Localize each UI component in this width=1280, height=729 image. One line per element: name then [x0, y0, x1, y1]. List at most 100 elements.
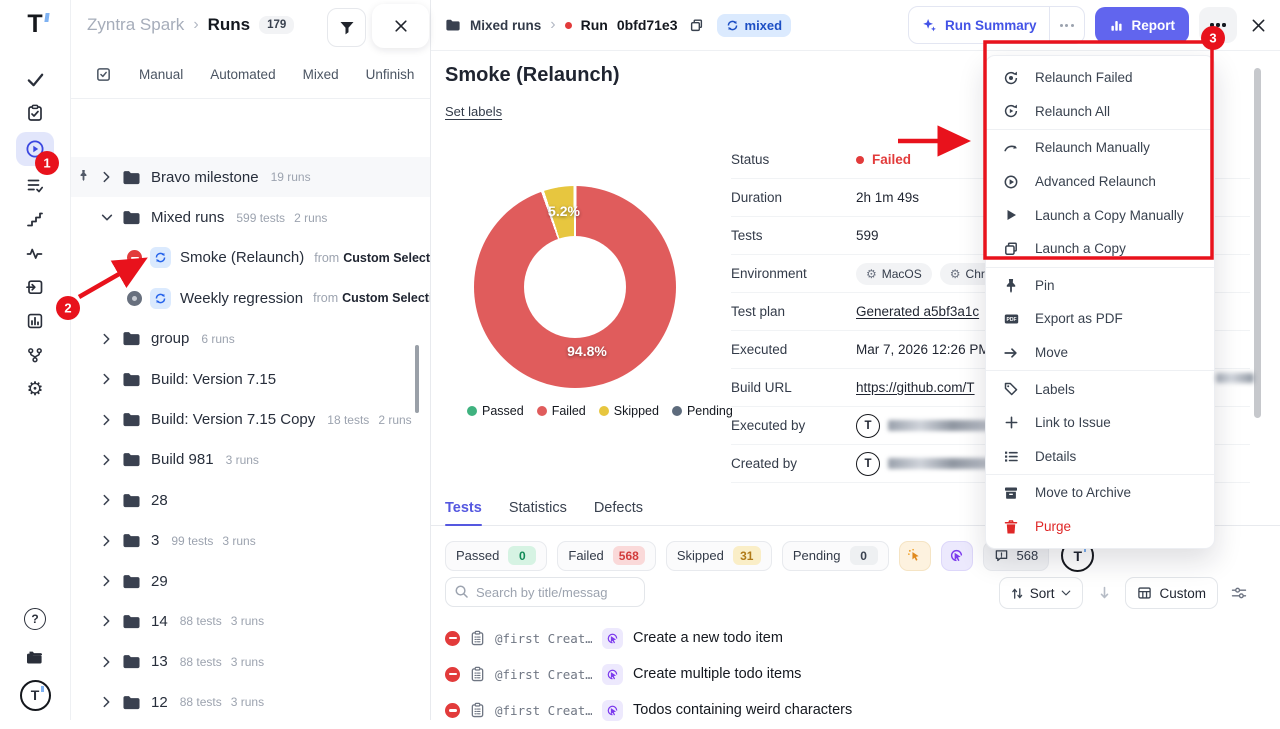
- tree-row-mixed-runs[interactable]: Mixed runs 599 tests 2 runs: [70, 197, 430, 237]
- filters-sliders-button[interactable]: [1226, 578, 1252, 608]
- sidebar-item-milestones[interactable]: [16, 204, 54, 234]
- sidebar-item-settings[interactable]: ⚙: [16, 374, 54, 404]
- menu-item-advanced-relaunch[interactable]: Advanced Relaunch: [986, 165, 1214, 199]
- tree-row-28[interactable]: 28: [70, 480, 430, 520]
- cursor-circle-icon: [949, 548, 964, 563]
- run-summary-button[interactable]: Run Summary: [909, 7, 1049, 43]
- menu-item-export-pdf[interactable]: PDF Export as PDF: [986, 302, 1214, 336]
- main-scrollbar[interactable]: [1254, 68, 1261, 418]
- sidebar-item-profile[interactable]: T: [16, 680, 54, 710]
- sidebar-item-tasks[interactable]: [16, 98, 54, 128]
- tree-row-group[interactable]: group 6 runs: [70, 319, 430, 359]
- chevron-right-icon[interactable]: [100, 535, 113, 547]
- tree-row-build-715[interactable]: Build: Version 7.15: [70, 359, 430, 399]
- sidebar-item-projects[interactable]: [16, 642, 54, 672]
- select-all-icon[interactable]: [95, 66, 112, 83]
- menu-item-link-to-issue[interactable]: Link to Issue: [986, 406, 1214, 440]
- sort-direction-button[interactable]: [1091, 578, 1117, 608]
- tree-row-build-715-copy[interactable]: Build: Version 7.15 Copy 18 tests 2 runs: [70, 399, 430, 439]
- menu-item-pin[interactable]: Pin: [986, 269, 1214, 303]
- menu-item-move-to-archive[interactable]: Move to Archive: [986, 476, 1214, 510]
- tree-row-runs: 3 runs: [231, 695, 264, 709]
- custom-view-button[interactable]: Custom: [1125, 577, 1218, 609]
- tab-manual[interactable]: Manual: [139, 67, 183, 82]
- report-button[interactable]: Report: [1095, 7, 1190, 43]
- tab-tests[interactable]: Tests: [445, 491, 482, 525]
- menu-item-details[interactable]: Details: [986, 440, 1214, 474]
- sidebar-item-check[interactable]: [16, 64, 54, 94]
- tree-row-build-981[interactable]: Build 981 3 runs: [70, 440, 430, 480]
- menu-item-move[interactable]: Move: [986, 336, 1214, 370]
- tree-row-3[interactable]: 3 99 tests 3 runs: [70, 521, 430, 561]
- tree-row-12[interactable]: 12 88 tests 3 runs: [70, 682, 430, 720]
- copy-icon[interactable]: [689, 18, 704, 33]
- sidebar-item-analytics[interactable]: [16, 306, 54, 336]
- chevron-right-icon[interactable]: [100, 373, 113, 385]
- tab-mixed[interactable]: Mixed: [303, 67, 339, 82]
- test-row[interactable]: @first Creat… Todos containing weird cha…: [445, 692, 1260, 728]
- breadcrumb-project[interactable]: Zyntra Spark: [87, 15, 184, 35]
- breadcrumb-folder[interactable]: Mixed runs: [470, 18, 541, 33]
- chevron-right-icon[interactable]: [100, 615, 113, 627]
- test-row[interactable]: @first Creat… Create a new todo item: [445, 620, 1260, 656]
- filter-failed[interactable]: Failed568: [557, 541, 655, 571]
- build-url-link[interactable]: https://github.com/T: [856, 380, 975, 395]
- test-title[interactable]: Create a new todo item: [633, 630, 783, 646]
- sidebar-item-activity[interactable]: [16, 238, 54, 268]
- menu-item-launch-copy-manually[interactable]: Launch a Copy Manually: [986, 198, 1214, 232]
- chevron-right-icon[interactable]: [100, 656, 113, 668]
- chevron-right-icon[interactable]: [100, 171, 113, 183]
- menu-item-relaunch-all[interactable]: Relaunch All: [986, 95, 1214, 129]
- sidebar-item-branches[interactable]: [16, 340, 54, 370]
- run-more-button[interactable]: [1199, 7, 1237, 43]
- menu-item-purge[interactable]: Purge: [986, 510, 1214, 544]
- tree-row-14[interactable]: 14 88 tests 3 runs: [70, 601, 430, 641]
- tab-statistics[interactable]: Statistics: [509, 491, 567, 525]
- app-logo[interactable]: T: [27, 10, 42, 40]
- chevron-right-icon[interactable]: [100, 414, 113, 426]
- breadcrumb-section: Runs: [208, 15, 251, 35]
- filter-skipped[interactable]: Skipped31: [666, 541, 772, 571]
- menu-item-labels[interactable]: Labels: [986, 372, 1214, 406]
- tree-row-weekly-regression[interactable]: Weekly regression from Custom Selectio: [70, 278, 430, 318]
- manual-click-filter[interactable]: [899, 541, 931, 571]
- auto-click-filter[interactable]: [941, 541, 973, 571]
- tab-automated[interactable]: Automated: [210, 67, 275, 82]
- test-title[interactable]: Create multiple todo items: [633, 666, 801, 682]
- tab-defects[interactable]: Defects: [594, 491, 643, 525]
- chevron-right-icon[interactable]: [100, 575, 113, 587]
- tree-row-smoke-relaunch[interactable]: Smoke (Relaunch) from Custom Selectio: [70, 238, 430, 278]
- sidebar-item-test-cases[interactable]: [16, 170, 54, 200]
- tree-scrollbar[interactable]: [415, 345, 419, 413]
- run-summary-more-button[interactable]: [1049, 7, 1084, 43]
- sidebar-item-help[interactable]: ?: [16, 604, 54, 634]
- tree-row-29[interactable]: 29: [70, 561, 430, 601]
- close-panel-button[interactable]: [1251, 18, 1266, 33]
- menu-item-launch-copy[interactable]: Launch a Copy: [986, 232, 1214, 266]
- filter-button[interactable]: [327, 8, 366, 47]
- sidebar-item-runs[interactable]: [16, 132, 54, 166]
- search-input[interactable]: [445, 577, 645, 607]
- tab-unfinished[interactable]: Unfinish: [366, 67, 415, 82]
- set-labels-link[interactable]: Set labels: [445, 104, 502, 119]
- chevron-right-icon[interactable]: [100, 696, 113, 708]
- chevron-right-icon[interactable]: [100, 494, 113, 506]
- chevron-right-icon[interactable]: [100, 454, 113, 466]
- tree-row-bravo-milestone[interactable]: Bravo milestone 19 runs: [70, 157, 430, 197]
- tree-row-13[interactable]: 13 88 tests 3 runs: [70, 642, 430, 682]
- test-plan-link[interactable]: Generated a5bf3a1c: [856, 304, 979, 319]
- sidebar-item-pulls[interactable]: [16, 272, 54, 302]
- chevron-right-icon[interactable]: [100, 333, 113, 345]
- sort-button[interactable]: Sort: [999, 577, 1084, 609]
- tree-row-runs: 3 runs: [222, 534, 255, 548]
- test-row[interactable]: @first Creat… Create multiple todo items: [445, 656, 1260, 692]
- menu-item-relaunch-failed[interactable]: Relaunch Failed: [986, 61, 1214, 95]
- env-chip-macos[interactable]: ⚙MacOS: [856, 263, 932, 285]
- sparkles-icon: [921, 17, 937, 33]
- menu-item-relaunch-manually[interactable]: Relaunch Manually: [986, 131, 1214, 165]
- chevron-down-icon[interactable]: [100, 214, 113, 221]
- test-title[interactable]: Todos containing weird characters: [633, 702, 852, 718]
- filter-pending[interactable]: Pending0: [782, 541, 889, 571]
- close-search-button[interactable]: [372, 4, 429, 48]
- filter-passed[interactable]: Passed0: [445, 541, 547, 571]
